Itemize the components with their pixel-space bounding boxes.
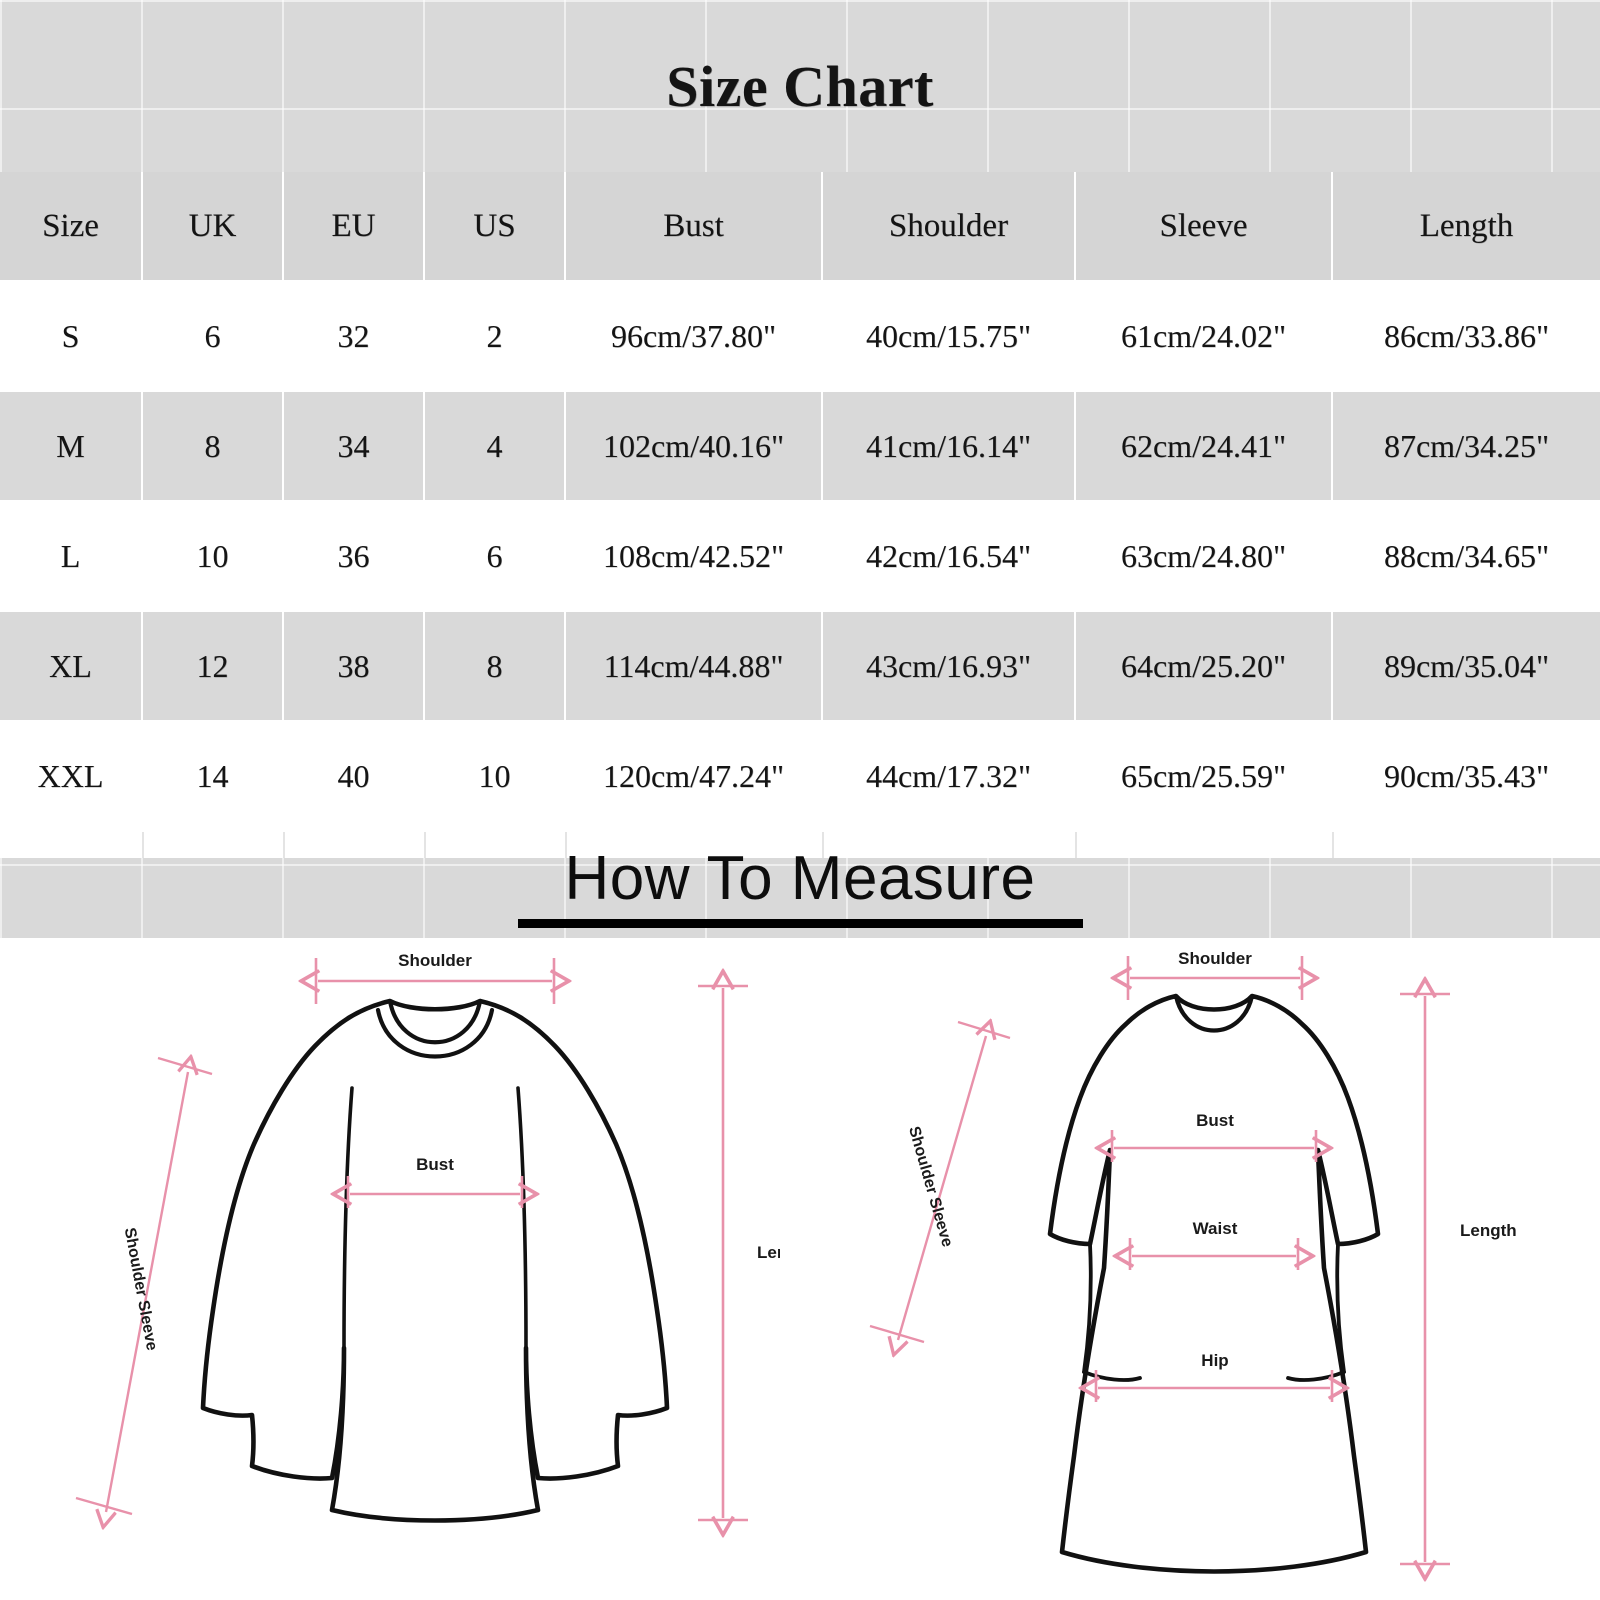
column-header-uk: UK bbox=[142, 172, 284, 282]
dress-length-label: Length bbox=[1460, 1221, 1517, 1240]
cell-shoulder: 44cm/17.32" bbox=[822, 721, 1076, 832]
how-to-measure-heading-area: How To Measure bbox=[0, 844, 1600, 929]
cell-eu: 34 bbox=[283, 391, 425, 502]
cell-bust: 120cm/47.24" bbox=[565, 721, 823, 832]
page-title: Size Chart bbox=[666, 53, 934, 119]
cell-length: 87cm/34.25" bbox=[1332, 391, 1600, 502]
sweatshirt-bust-label: Bust bbox=[416, 1155, 454, 1174]
cell-sleeve: 61cm/24.02" bbox=[1075, 281, 1333, 392]
cell-shoulder: 43cm/16.93" bbox=[822, 611, 1076, 722]
dress-diagram: Shoulder Bust Waist Hip Shoulder Sleeve … bbox=[840, 938, 1560, 1600]
sweatshirt-length-label: Length bbox=[757, 1243, 780, 1262]
table-row: S 6 32 2 96cm/37.80" 40cm/15.75" 61cm/24… bbox=[0, 281, 1600, 392]
cell-sleeve: 65cm/25.59" bbox=[1075, 721, 1333, 832]
cell-uk: 12 bbox=[142, 611, 284, 722]
dress-waist-label: Waist bbox=[1193, 1219, 1238, 1238]
cell-eu: 32 bbox=[283, 281, 425, 392]
how-to-measure-title: How To Measure bbox=[564, 844, 1036, 913]
size-chart-table: Size UK EU US Bust Shoulder Sleeve Lengt… bbox=[0, 172, 1600, 832]
cell-bust: 108cm/42.52" bbox=[565, 501, 823, 612]
dress-hip-label: Hip bbox=[1201, 1351, 1228, 1370]
cell-shoulder: 41cm/16.14" bbox=[822, 391, 1076, 502]
cell-size: S bbox=[0, 281, 143, 392]
cell-sleeve: 64cm/25.20" bbox=[1075, 611, 1333, 722]
cell-us: 10 bbox=[424, 721, 566, 832]
cell-shoulder: 42cm/16.54" bbox=[822, 501, 1076, 612]
table-row: XL 12 38 8 114cm/44.88" 43cm/16.93" 64cm… bbox=[0, 611, 1600, 722]
dress-shoulder-label: Shoulder bbox=[1178, 949, 1252, 968]
column-header-size: Size bbox=[0, 172, 143, 282]
cell-length: 86cm/33.86" bbox=[1332, 281, 1600, 392]
table-row: XXL 14 40 10 120cm/47.24" 44cm/17.32" 65… bbox=[0, 721, 1600, 832]
table-row: M 8 34 4 102cm/40.16" 41cm/16.14" 62cm/2… bbox=[0, 391, 1600, 502]
cell-bust: 102cm/40.16" bbox=[565, 391, 823, 502]
cell-size: XXL bbox=[0, 721, 143, 832]
column-header-eu: EU bbox=[283, 172, 425, 282]
cell-us: 4 bbox=[424, 391, 566, 502]
cell-bust: 114cm/44.88" bbox=[565, 611, 823, 722]
cell-size: L bbox=[0, 501, 143, 612]
column-header-sleeve: Sleeve bbox=[1075, 172, 1333, 282]
cell-eu: 36 bbox=[283, 501, 425, 612]
cell-us: 6 bbox=[424, 501, 566, 612]
how-to-measure-underline bbox=[517, 919, 1083, 929]
cell-us: 2 bbox=[424, 281, 566, 392]
column-header-bust: Bust bbox=[565, 172, 823, 282]
column-header-length: Length bbox=[1332, 172, 1600, 282]
cell-sleeve: 62cm/24.41" bbox=[1075, 391, 1333, 502]
cell-length: 88cm/34.65" bbox=[1332, 501, 1600, 612]
cell-size: XL bbox=[0, 611, 143, 722]
sweatshirt-shoulder-sleeve-label: Shoulder Sleeve bbox=[121, 1226, 160, 1352]
cell-eu: 40 bbox=[283, 721, 425, 832]
cell-us: 8 bbox=[424, 611, 566, 722]
size-chart-table-container: Size UK EU US Bust Shoulder Sleeve Lengt… bbox=[0, 172, 1600, 832]
column-header-us: US bbox=[424, 172, 566, 282]
cell-uk: 6 bbox=[142, 281, 284, 392]
cell-sleeve: 63cm/24.80" bbox=[1075, 501, 1333, 612]
sweatshirt-shoulder-label: Shoulder bbox=[398, 951, 472, 970]
cell-length: 89cm/35.04" bbox=[1332, 611, 1600, 722]
cell-shoulder: 40cm/15.75" bbox=[822, 281, 1076, 392]
cell-length: 90cm/35.43" bbox=[1332, 721, 1600, 832]
cell-bust: 96cm/37.80" bbox=[565, 281, 823, 392]
page-title-area: Size Chart bbox=[0, 0, 1600, 172]
dress-bust-label: Bust bbox=[1196, 1111, 1234, 1130]
sweatshirt-diagram: Shoulder Bust Shoulder Sleeve Lengt bbox=[60, 938, 780, 1600]
table-row: L 10 36 6 108cm/42.52" 42cm/16.54" 63cm/… bbox=[0, 501, 1600, 612]
column-header-shoulder: Shoulder bbox=[822, 172, 1076, 282]
table-header-row: Size UK EU US Bust Shoulder Sleeve Lengt… bbox=[0, 172, 1600, 282]
cell-size: M bbox=[0, 391, 143, 502]
cell-uk: 8 bbox=[142, 391, 284, 502]
cell-eu: 38 bbox=[283, 611, 425, 722]
cell-uk: 10 bbox=[142, 501, 284, 612]
measure-diagrams: Shoulder Bust Shoulder Sleeve Lengt bbox=[0, 938, 1600, 1600]
cell-uk: 14 bbox=[142, 721, 284, 832]
